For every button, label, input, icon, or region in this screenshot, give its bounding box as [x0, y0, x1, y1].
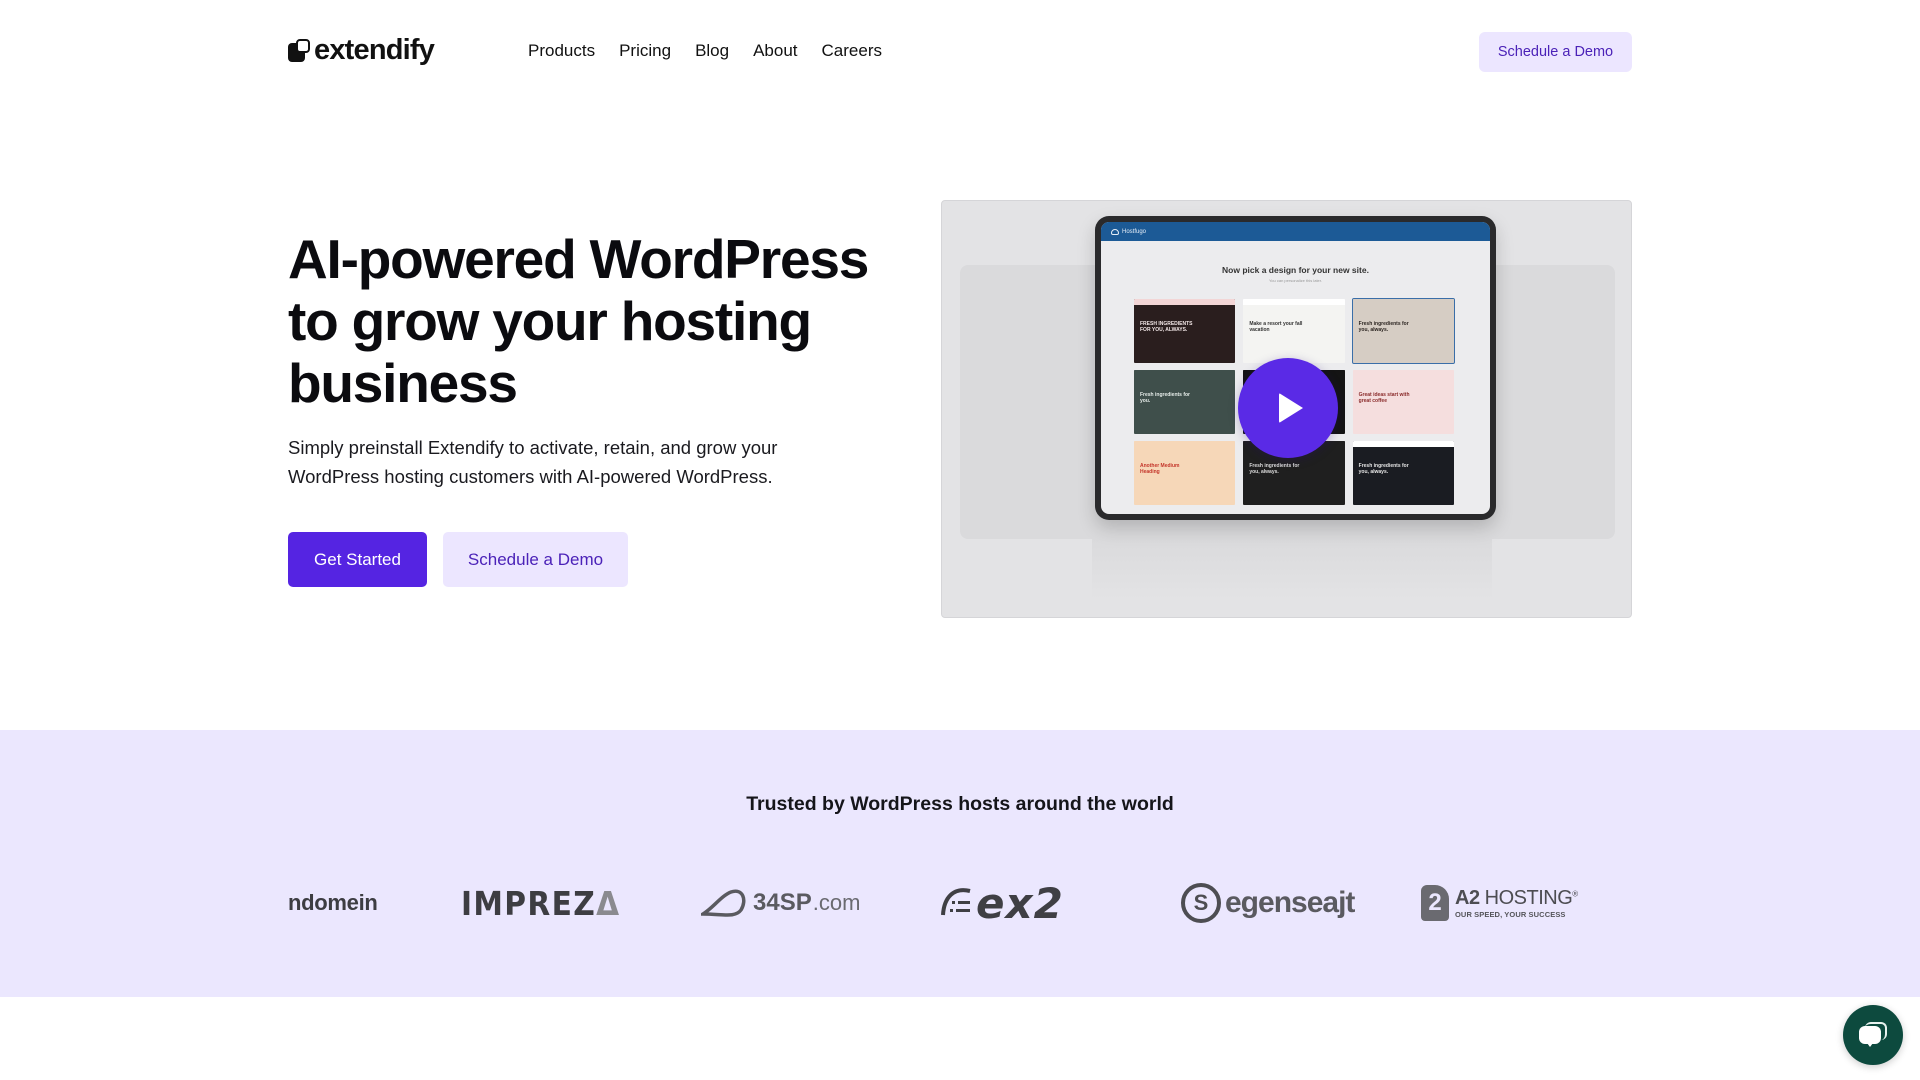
tablet-subheading: You can personalize this later.: [1269, 278, 1322, 283]
logo-ndomein: ndomein: [288, 868, 378, 938]
tile-title: Fresh ingredients for you, always.: [1249, 463, 1300, 475]
tile-title: FRESH INGREDIENTS FOR YOU, ALWAYS.: [1140, 321, 1193, 333]
schedule-demo-header-button[interactable]: Schedule a Demo: [1479, 32, 1632, 72]
tile-navbar: [1134, 441, 1236, 447]
logo-a2-title: A2 HOSTING®: [1455, 886, 1578, 909]
tile-title: Fresh ingredients for you.: [1140, 392, 1191, 404]
logo-34sp-suffix: .com: [812, 890, 861, 915]
nav-products[interactable]: Products: [528, 40, 595, 62]
tile-title: Great ideas start with great coffee: [1358, 392, 1410, 404]
tablet-heading: Now pick a design for your new site.: [1222, 265, 1369, 275]
tile-navbar: [1134, 299, 1236, 305]
chat-bubble-icon: [1859, 1022, 1887, 1048]
schedule-demo-button[interactable]: Schedule a Demo: [443, 532, 628, 587]
tile-navbar: [1352, 441, 1454, 447]
nav-careers[interactable]: Careers: [822, 40, 882, 62]
ex2-mark-icon: [941, 888, 971, 916]
logo-ex2: ex2: [940, 868, 1064, 938]
design-tile: Great ideas start with great coffee: [1352, 370, 1454, 434]
design-tile: Fresh ingredients for you, always.: [1351, 298, 1456, 364]
tile-navbar: [1352, 370, 1454, 376]
hero-subtitle: Simply preinstall Extendify to activate,…: [288, 437, 778, 487]
nav-pricing[interactable]: Pricing: [619, 40, 671, 62]
logo-impreza-text: IMPREZ: [461, 883, 597, 923]
extendify-logo[interactable]: extendify: [288, 34, 435, 66]
logo-34sp-text: 34SP: [753, 889, 812, 916]
tile-title: Fresh ingredients for you, always.: [1358, 321, 1409, 333]
tablet-topbar: Hostfugo: [1101, 222, 1490, 241]
design-tile: Fresh ingredients for you, always.: [1352, 441, 1454, 505]
hero-title: AI-powered WordPress to grow your hostin…: [288, 228, 869, 414]
cloud-icon: [1111, 228, 1119, 235]
design-tile: Fresh ingredients for you.: [1134, 370, 1236, 434]
get-started-button[interactable]: Get Started: [288, 532, 427, 587]
tile-navbar: [1134, 370, 1236, 376]
logo-impreza: IMPREZ Δ: [461, 868, 621, 938]
design-tile: Make a resort your fall vacation: [1243, 299, 1345, 363]
tile-title: Another Medium Heading: [1140, 463, 1180, 475]
host-logos: ndomein IMPREZ Δ 34SP .com ex2 S egenseajt…: [288, 868, 1632, 938]
chat-widget-button[interactable]: [1843, 1005, 1903, 1065]
tablet-brand: Hostfugo: [1122, 228, 1147, 235]
play-icon: [1279, 393, 1303, 423]
logo-a2-tagline: OUR SPEED, YOUR SUCCESS: [1455, 909, 1566, 919]
design-tile: Another Medium Heading: [1134, 441, 1236, 505]
hero-video[interactable]: Hostfugo Now pick a design for your new …: [941, 200, 1632, 618]
design-tile: FRESH INGREDIENTS FOR YOU, ALWAYS.: [1134, 299, 1236, 363]
logo-egenseajt: S egenseajt: [1181, 868, 1355, 938]
nav-blog[interactable]: Blog: [695, 40, 729, 62]
site-header: extendify Products Pricing Blog About Ca…: [0, 0, 1920, 104]
tile-title: Fresh ingredients for you, always.: [1358, 463, 1409, 475]
logo-mark-icon: [288, 38, 310, 63]
logo-34sp: 34SP .com: [701, 868, 860, 938]
logo-a2-mark: 2: [1421, 885, 1449, 921]
logo-text: extendify: [314, 34, 435, 66]
nav-about[interactable]: About: [753, 40, 797, 62]
logo-ndomein-text: ndomein: [288, 890, 378, 915]
tile-navbar: [1352, 299, 1454, 305]
logo-ex2-text: ex2: [976, 878, 1064, 928]
trusted-section: Trusted by WordPress hosts around the wo…: [0, 730, 1920, 997]
main-nav: Products Pricing Blog About Careers: [528, 40, 906, 62]
video-reflection: [1092, 539, 1492, 599]
logo-impreza-accent: Δ: [596, 883, 621, 923]
logo-egenseajt-text: egenseajt: [1225, 886, 1355, 919]
logo-egenseajt-mark: S: [1181, 883, 1221, 923]
logo-a2-hosting: 2 A2 HOSTING® OUR SPEED, YOUR SUCCESS: [1421, 868, 1578, 938]
play-video-button[interactable]: [1238, 358, 1338, 458]
swoosh-icon: [701, 889, 746, 917]
tile-navbar: [1243, 299, 1345, 305]
tile-title: Make a resort your fall vacation: [1249, 321, 1303, 333]
trusted-title: Trusted by WordPress hosts around the wo…: [746, 793, 1174, 815]
